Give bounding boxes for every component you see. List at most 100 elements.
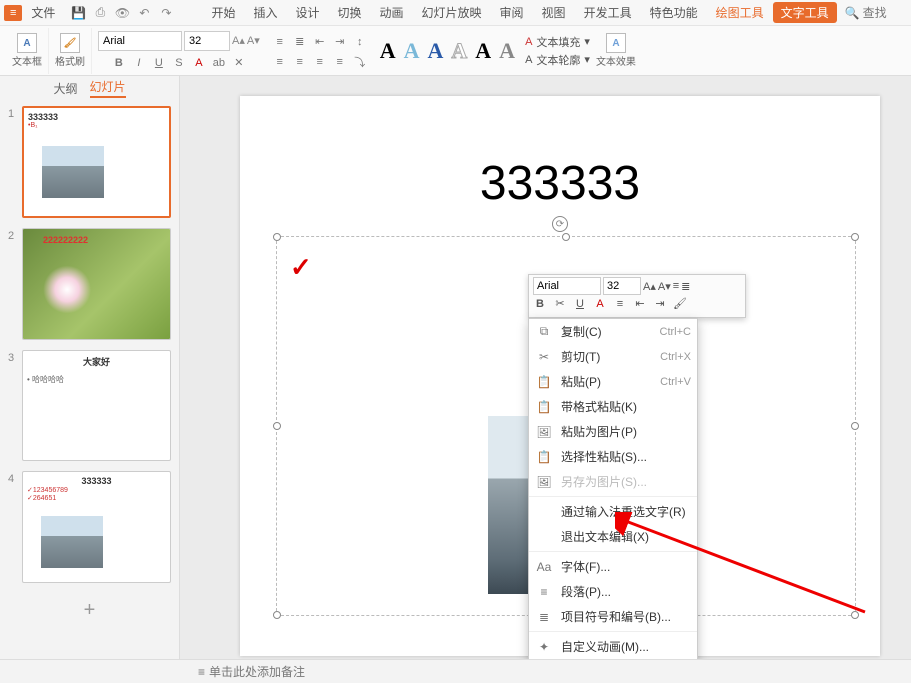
slide-thumb-3[interactable]: 3 大家好 • 哈哈哈哈 <box>8 350 171 462</box>
menu-cut[interactable]: ✂剪切(T)Ctrl+X <box>529 344 697 369</box>
search-box[interactable]: 🔍查找 <box>845 4 887 21</box>
tab-outline[interactable]: 大纲 <box>53 80 77 97</box>
menu-font[interactable]: Aa字体(F)... <box>529 554 697 579</box>
rotate-handle[interactable]: ⟳ <box>552 216 568 232</box>
text-fill-button[interactable]: A文本填充▾ <box>525 34 590 50</box>
mini-font-color-icon[interactable]: A <box>593 298 607 310</box>
resize-handle[interactable] <box>562 233 570 241</box>
resize-handle[interactable] <box>273 611 281 619</box>
resize-handle[interactable] <box>273 233 281 241</box>
mini-bold-icon[interactable]: B <box>533 298 547 310</box>
align-right-icon[interactable]: ≡ <box>312 54 328 70</box>
bold-icon[interactable]: B <box>111 55 127 71</box>
preview-icon[interactable]: 👁 <box>114 5 130 21</box>
mini-align-icon[interactable]: ≡ <box>613 298 627 310</box>
font-size-select[interactable] <box>184 31 230 51</box>
line-spacing-icon[interactable]: ↕ <box>352 34 368 50</box>
decrease-font-icon[interactable]: A▾ <box>247 34 260 47</box>
tab-animation[interactable]: 动画 <box>371 4 413 21</box>
text-outline-button[interactable]: A文本轮廓▾ <box>525 52 590 68</box>
mini-indent-dec-icon[interactable]: ⇤ <box>633 297 647 310</box>
wordart-style-6[interactable]: A <box>499 38 515 64</box>
tab-developer[interactable]: 开发工具 <box>575 4 641 21</box>
tab-slides[interactable]: 幻灯片 <box>90 78 126 98</box>
menu-paste[interactable]: 📋粘贴(P)Ctrl+V <box>529 369 697 394</box>
slide-panel: 大纲 幻灯片 1 333333 •B₁ 2 222222222 <box>0 76 180 659</box>
mini-underline-icon[interactable]: U <box>573 298 587 310</box>
wordart-style-5[interactable]: A <box>475 38 491 64</box>
tab-text-tools[interactable]: 文字工具 <box>773 2 837 23</box>
tab-insert[interactable]: 插入 <box>244 4 286 21</box>
indent-dec-icon[interactable]: ⇤ <box>312 34 328 50</box>
tab-slideshow[interactable]: 幻灯片放映 <box>413 4 491 21</box>
indent-inc-icon[interactable]: ⇥ <box>332 34 348 50</box>
mini-numbering-icon[interactable]: ≣ <box>681 280 690 293</box>
wordart-style-2[interactable]: A <box>404 38 420 64</box>
mini-increase-font-icon[interactable]: A▴ <box>643 280 656 293</box>
wordart-style-3[interactable]: A <box>428 38 444 64</box>
menu-paragraph[interactable]: ≡段落(P)... <box>529 579 697 604</box>
font-name-select[interactable] <box>98 31 182 51</box>
save-icon[interactable]: 💾 <box>70 5 86 21</box>
menu-custom-animation[interactable]: ✦自定义动画(M)... <box>529 634 697 659</box>
tab-review[interactable]: 审阅 <box>491 4 533 21</box>
align-justify-icon[interactable]: ≡ <box>332 54 348 70</box>
tab-special[interactable]: 特色功能 <box>641 4 707 21</box>
slide-thumb-2[interactable]: 2 222222222 <box>8 228 171 340</box>
wordart-style-4[interactable]: A <box>451 38 467 64</box>
mini-format-painter-icon[interactable]: 🖌 <box>673 297 687 310</box>
strike-icon[interactable]: S <box>171 55 187 71</box>
mini-bullets-icon[interactable]: ≡ <box>673 280 679 292</box>
notes-placeholder[interactable]: ≡ 单击此处添加备注 <box>198 663 305 680</box>
align-center-icon[interactable]: ≡ <box>292 54 308 70</box>
app-menu-icon[interactable]: ≡ <box>4 5 22 21</box>
resize-handle[interactable] <box>851 422 859 430</box>
mini-scissors-icon[interactable]: ✂ <box>553 297 567 310</box>
align-left-icon[interactable]: ≡ <box>272 54 288 70</box>
menu-paste-special[interactable]: 📋选择性粘贴(S)... <box>529 444 697 469</box>
bullets-icon[interactable]: ≡ <box>272 34 288 50</box>
menu-exit-text-edit[interactable]: 退出文本编辑(X) <box>529 524 697 549</box>
wordart-style-1[interactable]: A <box>380 38 396 64</box>
menu-bullets-numbering[interactable]: ≣项目符号和编号(B)... <box>529 604 697 629</box>
tab-view[interactable]: 视图 <box>533 4 575 21</box>
menu-paste-image[interactable]: 🖼粘贴为图片(P) <box>529 419 697 444</box>
resize-handle[interactable] <box>851 611 859 619</box>
clear-format-icon[interactable]: ✕ <box>231 55 247 71</box>
save-image-icon: 🖼 <box>535 475 553 489</box>
menu-separator <box>529 631 697 632</box>
text-direction-icon[interactable]: ⤵ <box>352 54 368 70</box>
format-painter-button[interactable]: 🖌 格式刷 <box>55 33 85 68</box>
tab-drawing-tools[interactable]: 绘图工具 <box>707 4 773 21</box>
textbox-button[interactable]: A 文本框 <box>12 33 42 68</box>
file-menu[interactable]: 文件 <box>22 4 64 21</box>
menu-ime-reselect[interactable]: 通过输入法重选文字(R) <box>529 499 697 524</box>
resize-handle[interactable] <box>851 233 859 241</box>
increase-font-icon[interactable]: A▴ <box>232 34 245 47</box>
slide-thumb-4[interactable]: 4 333333 ✓123456789 ✓264651 <box>8 471 171 583</box>
redo-icon[interactable]: ↷ <box>158 5 174 21</box>
thumb-title: 333333 <box>27 476 166 486</box>
tab-transition[interactable]: 切换 <box>328 4 370 21</box>
add-slide-button[interactable]: + <box>8 593 171 628</box>
font-color-icon[interactable]: A <box>191 55 207 71</box>
tab-start[interactable]: 开始 <box>202 4 244 21</box>
mini-decrease-font-icon[interactable]: A▾ <box>658 280 671 293</box>
numbering-icon[interactable]: ≣ <box>292 34 308 50</box>
text-effects-button[interactable]: A 文本效果 <box>596 33 636 68</box>
italic-icon[interactable]: I <box>131 55 147 71</box>
mini-font-name[interactable] <box>533 277 601 295</box>
slide-thumb-1[interactable]: 1 333333 •B₁ <box>8 106 171 218</box>
wordart-gallery[interactable]: A A A A A A <box>380 38 515 64</box>
resize-handle[interactable] <box>273 422 281 430</box>
undo-icon[interactable]: ↶ <box>136 5 152 21</box>
menu-paste-format[interactable]: 📋带格式粘贴(K) <box>529 394 697 419</box>
print-icon[interactable]: ⎙ <box>92 5 108 21</box>
menu-copy[interactable]: ⧉复制(C)Ctrl+C <box>529 319 697 344</box>
underline-icon[interactable]: U <box>151 55 167 71</box>
tab-design[interactable]: 设计 <box>286 4 328 21</box>
mini-font-size[interactable] <box>603 277 641 295</box>
mini-indent-inc-icon[interactable]: ⇥ <box>653 297 667 310</box>
highlight-icon[interactable]: ab <box>211 55 227 71</box>
slide-canvas[interactable]: 333333 ⟳ ✓ A▴ A▾ ≡ ≣ <box>180 76 911 659</box>
